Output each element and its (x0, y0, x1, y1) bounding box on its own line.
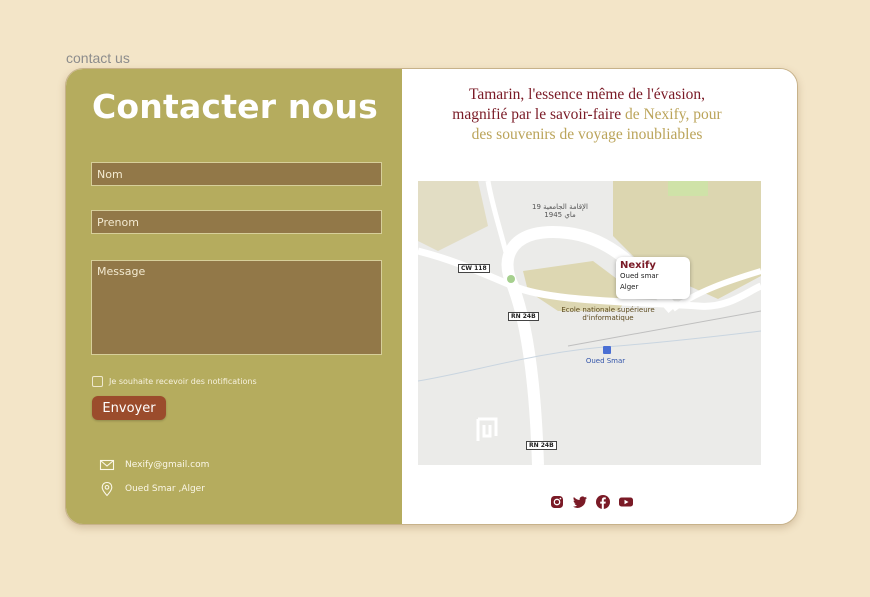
map-popup-title: Nexify (620, 260, 656, 271)
map-background (418, 181, 761, 465)
map-label-school: Ecole nationale supérieure d'informatiqu… (561, 306, 655, 322)
email-info: Nexify@gmail.com (99, 457, 209, 473)
map-popup-line2: Alger (620, 283, 639, 291)
facebook-icon[interactable] (595, 494, 611, 510)
info-panel: Tamarin, l'essence même de l'évasion, ma… (402, 69, 797, 524)
youtube-icon[interactable] (618, 494, 634, 510)
notify-row[interactable]: Je souhaite recevoir des notifications (92, 376, 257, 387)
map-label-station: Oued Smar (585, 357, 626, 365)
contact-card: Contacter nous Je souhaite recevoir des … (65, 68, 798, 525)
notify-label: Je souhaite recevoir des notifications (109, 377, 257, 386)
page-label: contact us (66, 50, 130, 66)
social-links (549, 494, 634, 510)
contact-form-panel: Contacter nous Je souhaite recevoir des … (66, 69, 402, 524)
notify-checkbox[interactable] (92, 376, 103, 387)
nom-input[interactable] (91, 162, 382, 186)
mail-icon (99, 459, 115, 471)
form-title: Contacter nous (92, 87, 379, 126)
road-label-cw118: CW 118 (458, 264, 490, 273)
email-text: Nexify@gmail.com (125, 460, 210, 470)
tagline: Tamarin, l'essence même de l'évasion, ma… (442, 85, 732, 145)
map-popup-line1: Oued smar (620, 272, 659, 280)
twitter-icon[interactable] (572, 494, 588, 510)
location-pin-icon (101, 481, 113, 497)
map[interactable]: الإقامة الجامعية 19 ماي 1945 CW 118 RN 2… (418, 181, 761, 465)
road-label-rn24b-1: RN 24B (508, 312, 539, 321)
road-label-rn24b-2: RN 24B (526, 441, 557, 450)
map-popup[interactable]: Nexify Oued smar Alger (616, 257, 690, 299)
message-textarea[interactable] (91, 260, 382, 355)
instagram-icon[interactable] (549, 494, 565, 510)
map-label-residence: الإقامة الجامعية 19 ماي 1945 (531, 203, 588, 219)
location-text: Oued Smar ,Alger (125, 484, 205, 494)
prenom-input[interactable] (91, 210, 382, 234)
send-button[interactable]: Envoyer (92, 396, 166, 420)
location-info: Oued Smar ,Alger (99, 481, 205, 497)
